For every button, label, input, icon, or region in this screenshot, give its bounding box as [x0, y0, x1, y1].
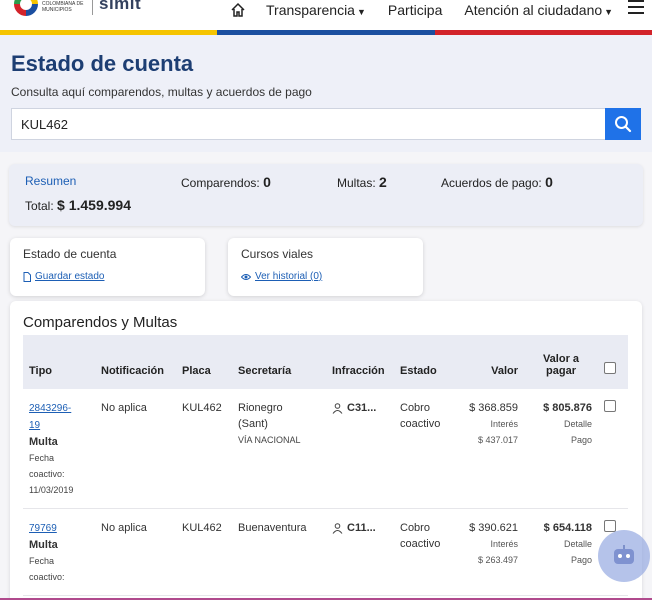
nav-participa[interactable]: Participa: [388, 2, 442, 18]
search-button[interactable]: [605, 108, 641, 140]
hamburger-icon[interactable]: [628, 0, 644, 14]
guardar-estado-link[interactable]: Guardar estado: [23, 271, 192, 282]
col-valor-pagar: Valor a pagar: [524, 335, 598, 389]
hero-section: Estado de cuenta Consulta aquí comparend…: [0, 35, 652, 152]
logo-divider: [92, 0, 93, 15]
card-title: Estado de cuenta: [23, 247, 117, 261]
page-subtitle: Consulta aquí comparendos, multas y acue…: [11, 85, 312, 99]
comparendos-table: Tipo Notificación Placa Secretaría Infra…: [23, 335, 628, 596]
cell-valor: $ 390.621 Interés $ 263.497: [452, 508, 524, 596]
cell-placa: KUL462: [176, 389, 232, 509]
chevron-down-icon: ▼: [356, 7, 366, 17]
nav-transparencia[interactable]: Transparencia ▼: [266, 2, 366, 18]
col-infraccion: Infracción: [326, 335, 394, 389]
card-estado-cuenta: Estado de cuenta Guardar estado: [10, 238, 205, 296]
action-cards: Estado de cuenta Guardar estado Cursos v…: [10, 238, 642, 296]
plate-search-input[interactable]: [11, 108, 605, 140]
comparendos-panel: Comparendos y Multas Tipo Notificación P…: [10, 301, 642, 600]
search-icon: [615, 116, 632, 133]
eye-icon: [241, 273, 251, 280]
table-header-row: Tipo Notificación Placa Secretaría Infra…: [23, 335, 628, 389]
logo-text: Federación Colombiana de Municipios: [42, 0, 84, 13]
content-area: Resumen Comparendos: 0 Multas: 2 Acuerdo…: [0, 152, 652, 600]
col-estado: Estado: [394, 335, 452, 389]
search-bar: [11, 108, 641, 140]
detalle-pago-link[interactable]: Detalle Pago: [564, 539, 592, 565]
col-secretaria: Secretaría: [232, 335, 326, 389]
col-notificacion: Notificación: [95, 335, 176, 389]
chevron-down-icon: ▼: [604, 7, 614, 17]
comparendo-number-link[interactable]: 79769: [29, 523, 57, 534]
home-icon[interactable]: [230, 2, 246, 18]
cell-select: [598, 389, 628, 509]
col-valor: Valor: [452, 335, 524, 389]
row-checkbox[interactable]: [604, 520, 616, 532]
summary-box: Resumen Comparendos: 0 Multas: 2 Acuerdo…: [9, 164, 643, 226]
select-all-checkbox[interactable]: [604, 362, 616, 374]
flag-stripe: [0, 30, 652, 35]
acuerdos-count: Acuerdos de pago: 0: [441, 174, 553, 190]
table-row: 79769 Multa Fecha coactivo: No aplica KU…: [23, 508, 628, 596]
col-select-all: [598, 335, 628, 389]
cell-valor-pagar: $ 654.118 Detalle Pago: [524, 508, 598, 596]
document-icon: [23, 271, 31, 282]
card-title: Cursos viales: [241, 247, 314, 261]
fcm-logo-icon: [14, 0, 38, 16]
total-amount: Total: $ 1.459.994: [25, 197, 131, 213]
card-cursos-viales: Cursos viales Ver historial (0): [228, 238, 423, 296]
section-title: Comparendos y Multas: [23, 314, 178, 331]
col-tipo: Tipo: [23, 335, 95, 389]
page-title: Estado de cuenta: [11, 51, 194, 76]
cell-valor: $ 368.859 Interés $ 437.017: [452, 389, 524, 509]
cell-secretaria: Rionegro (Sant) VÍA NACIONAL: [232, 389, 326, 509]
cell-estado: Cobro coactivo: [394, 508, 452, 596]
nav-atencion-ciudadano[interactable]: Atención al ciudadano ▼: [464, 2, 613, 18]
top-header: Federación Colombiana de Municipios simi…: [0, 0, 652, 30]
table-row: 2843296- 19 Multa Fecha coactivo: 11/03/2…: [23, 389, 628, 509]
logo[interactable]: Federación Colombiana de Municipios simi…: [14, 0, 141, 16]
cell-infraccion: C31...: [326, 389, 394, 509]
person-icon: [332, 522, 343, 534]
ver-historial-link[interactable]: Ver historial (0): [241, 271, 410, 282]
cell-tipo: 79769 Multa Fecha coactivo:: [23, 508, 95, 596]
cell-estado: Cobro coactivo: [394, 389, 452, 509]
person-icon: [332, 402, 343, 414]
cell-infraccion: C11...: [326, 508, 394, 596]
col-placa: Placa: [176, 335, 232, 389]
comparendos-count: Comparendos: 0: [181, 174, 271, 190]
cell-tipo: 2843296- 19 Multa Fecha coactivo: 11/03/2…: [23, 389, 95, 509]
robot-icon: [614, 545, 634, 564]
brand-name: simit: [99, 0, 142, 13]
tab-resumen[interactable]: Resumen: [25, 174, 76, 188]
row-checkbox[interactable]: [604, 400, 616, 412]
cell-notificacion: No aplica: [95, 389, 176, 509]
main-nav: Transparencia ▼ Participa Atención al ciu…: [230, 0, 635, 20]
multas-count: Multas: 2: [337, 174, 387, 190]
cell-notificacion: No aplica: [95, 508, 176, 596]
cell-secretaria: Buenaventura: [232, 508, 326, 596]
detalle-pago-link[interactable]: Detalle Pago: [564, 419, 592, 445]
cell-valor-pagar: $ 805.876 Detalle Pago: [524, 389, 598, 509]
cell-placa: KUL462: [176, 508, 232, 596]
comparendo-number-link[interactable]: 2843296- 19: [29, 403, 71, 431]
chatbot-button[interactable]: [598, 530, 650, 582]
